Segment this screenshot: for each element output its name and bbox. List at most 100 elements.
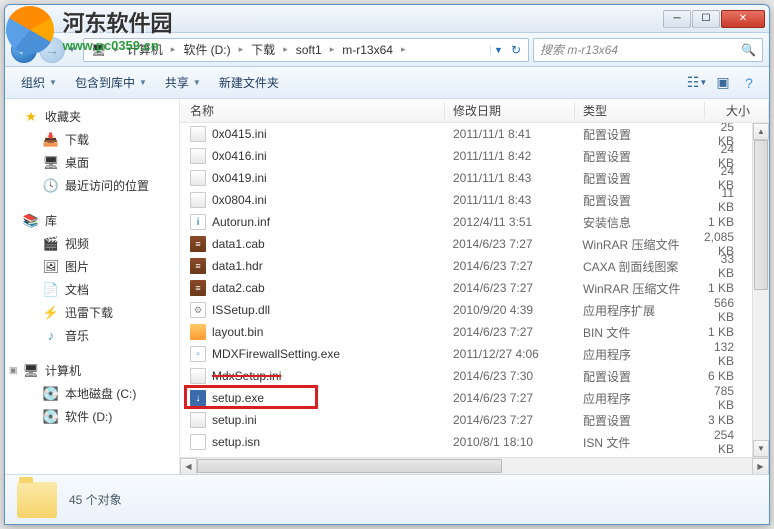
file-row[interactable]: data2.cab2014/6/23 7:27WinRAR 压缩文件1 KB bbox=[180, 277, 752, 299]
forward-button[interactable]: → bbox=[39, 37, 65, 63]
file-size: 785 KB bbox=[705, 384, 752, 412]
refresh-button[interactable]: ↻ bbox=[506, 43, 526, 57]
file-type: 应用程序 bbox=[575, 346, 705, 363]
scroll-down-button[interactable]: ▼ bbox=[753, 440, 769, 457]
file-date: 2011/11/1 8:41 bbox=[445, 127, 575, 141]
organize-menu[interactable]: 组织▼ bbox=[13, 70, 65, 95]
file-row[interactable]: data1.cab2014/6/23 7:27WinRAR 压缩文件2,085 … bbox=[180, 233, 752, 255]
include-library-menu[interactable]: 包含到库中▼ bbox=[67, 70, 155, 95]
file-date: 2014/6/23 7:30 bbox=[445, 369, 575, 383]
drive-icon: 💽 bbox=[43, 409, 59, 425]
history-dropdown[interactable]: ▼ bbox=[65, 45, 79, 54]
breadcrumb-icon[interactable]: 🖥 bbox=[86, 43, 111, 57]
breadcrumb-segment[interactable]: m-r13x64 bbox=[337, 43, 398, 57]
computer-group[interactable]: ▣🖥计算机 bbox=[5, 359, 179, 382]
column-name[interactable]: 名称 bbox=[180, 102, 445, 119]
sidebar-item-desktop[interactable]: 🖥桌面 bbox=[5, 151, 179, 174]
scroll-right-button[interactable]: ▶ bbox=[752, 458, 769, 474]
maximize-button[interactable]: ☐ bbox=[692, 10, 720, 28]
file-row[interactable]: 0x0415.ini2011/11/1 8:41配置设置25 KB bbox=[180, 123, 752, 145]
breadcrumb-segment[interactable]: 计算机 bbox=[122, 41, 168, 58]
file-size: 254 KB bbox=[705, 428, 752, 456]
file-type: BIN 文件 bbox=[575, 324, 705, 341]
address-bar[interactable]: 🖥▸ 计算机▸ 软件 (D:)▸ 下载▸ soft1▸ m-r13x64▸ ▼ … bbox=[83, 38, 529, 62]
document-icon: 📄 bbox=[43, 282, 59, 298]
column-date[interactable]: 修改日期 bbox=[445, 102, 575, 119]
file-icon bbox=[190, 412, 206, 428]
file-name: data1.cab bbox=[212, 237, 265, 251]
file-row[interactable]: data1.hdr2014/6/23 7:27CAXA 剖面线图案33 KB bbox=[180, 255, 752, 277]
file-list[interactable]: 0x0415.ini2011/11/1 8:41配置设置25 KB0x0416.… bbox=[180, 123, 752, 457]
breadcrumb-segment[interactable]: 下载 bbox=[246, 41, 280, 58]
file-row[interactable]: ISSetup.dll2010/9/20 4:39应用程序扩展566 KB bbox=[180, 299, 752, 321]
navigation-pane[interactable]: ★收藏夹 📥下载 🖥桌面 🕓最近访问的位置 📚库 🎬视频 🖼图片 📄文档 ⚡迅雷… bbox=[5, 99, 180, 474]
file-type: 配置设置 bbox=[575, 368, 705, 385]
file-name: MdxSetup.ini bbox=[212, 369, 281, 383]
sidebar-item-downloads[interactable]: 📥下载 bbox=[5, 128, 179, 151]
recent-icon: 🕓 bbox=[43, 178, 59, 194]
file-row[interactable]: MDXFirewallSetting.exe2011/12/27 4:06应用程… bbox=[180, 343, 752, 365]
horizontal-scrollbar[interactable]: ◀ ▶ bbox=[180, 457, 769, 474]
file-row[interactable]: setup.exe2014/6/23 7:27应用程序785 KB bbox=[180, 387, 752, 409]
column-size[interactable]: 大小 bbox=[705, 102, 769, 119]
breadcrumb-segment[interactable]: 软件 (D:) bbox=[178, 41, 235, 58]
view-options-button[interactable]: ☷ ▼ bbox=[685, 71, 709, 95]
sidebar-item-drive-d[interactable]: 💽软件 (D:) bbox=[5, 405, 179, 428]
expand-icon[interactable]: ▣ bbox=[9, 365, 19, 376]
breadcrumb-segment[interactable]: soft1 bbox=[291, 43, 327, 57]
favorites-group[interactable]: ★收藏夹 bbox=[5, 105, 179, 128]
sidebar-item-pictures[interactable]: 🖼图片 bbox=[5, 255, 179, 278]
sidebar-item-thunder[interactable]: ⚡迅雷下载 bbox=[5, 301, 179, 324]
libraries-group[interactable]: 📚库 bbox=[5, 209, 179, 232]
status-bar: 45 个对象 bbox=[5, 474, 769, 524]
file-row[interactable]: 0x0416.ini2011/11/1 8:42配置设置24 KB bbox=[180, 145, 752, 167]
explorer-window: ─ ☐ ✕ ← → ▼ 🖥▸ 计算机▸ 软件 (D:)▸ 下载▸ soft1▸ … bbox=[4, 4, 770, 525]
file-name: 0x0419.ini bbox=[212, 171, 267, 185]
video-icon: 🎬 bbox=[43, 236, 59, 252]
file-row[interactable]: Autorun.inf2012/4/11 3:51安装信息1 KB bbox=[180, 211, 752, 233]
desktop-icon: 🖥 bbox=[43, 155, 59, 171]
minimize-button[interactable]: ─ bbox=[663, 10, 691, 28]
file-date: 2014/6/23 7:27 bbox=[445, 281, 575, 295]
scroll-thumb[interactable] bbox=[754, 140, 768, 290]
file-date: 2011/11/1 8:43 bbox=[445, 171, 575, 185]
file-row[interactable]: 0x0419.ini2011/11/1 8:43配置设置24 KB bbox=[180, 167, 752, 189]
address-dropdown[interactable]: ▼ bbox=[490, 45, 506, 55]
preview-pane-button[interactable]: ▣ bbox=[711, 71, 735, 95]
file-icon bbox=[190, 170, 206, 186]
file-date: 2014/6/23 7:27 bbox=[445, 325, 575, 339]
scroll-left-button[interactable]: ◀ bbox=[180, 458, 197, 474]
file-row[interactable]: setup.isn2010/8/1 18:10ISN 文件254 KB bbox=[180, 431, 752, 453]
sidebar-item-recent[interactable]: 🕓最近访问的位置 bbox=[5, 174, 179, 197]
sidebar-item-documents[interactable]: 📄文档 bbox=[5, 278, 179, 301]
file-type: 应用程序 bbox=[575, 390, 705, 407]
download-icon: 📥 bbox=[43, 132, 59, 148]
back-button[interactable]: ← bbox=[11, 37, 37, 63]
sidebar-item-videos[interactable]: 🎬视频 bbox=[5, 232, 179, 255]
search-icon[interactable]: 🔍 bbox=[741, 43, 756, 57]
sidebar-item-drive-c[interactable]: 💽本地磁盘 (C:) bbox=[5, 382, 179, 405]
file-icon bbox=[190, 236, 206, 252]
file-icon bbox=[190, 214, 206, 230]
file-row[interactable]: 0x0804.ini2011/11/1 8:43配置设置11 KB bbox=[180, 189, 752, 211]
file-type: WinRAR 压缩文件 bbox=[575, 280, 705, 297]
file-row[interactable]: MdxSetup.ini2014/6/23 7:30配置设置6 KB bbox=[180, 365, 752, 387]
file-size: 132 KB bbox=[705, 340, 752, 368]
new-folder-button[interactable]: 新建文件夹 bbox=[211, 70, 287, 95]
scroll-up-button[interactable]: ▲ bbox=[753, 123, 769, 140]
file-date: 2011/11/1 8:42 bbox=[445, 149, 575, 163]
vertical-scrollbar[interactable]: ▲ ▼ bbox=[752, 123, 769, 457]
sidebar-item-music[interactable]: ♪音乐 bbox=[5, 324, 179, 347]
close-button[interactable]: ✕ bbox=[721, 10, 765, 28]
thunder-icon: ⚡ bbox=[43, 305, 59, 321]
help-button[interactable]: ? bbox=[737, 71, 761, 95]
column-type[interactable]: 类型 bbox=[575, 102, 705, 119]
search-input[interactable]: 搜索 m-r13x64 🔍 bbox=[533, 38, 763, 62]
file-date: 2014/6/23 7:27 bbox=[444, 237, 574, 251]
titlebar[interactable]: ─ ☐ ✕ bbox=[5, 5, 769, 33]
file-type: 配置设置 bbox=[575, 170, 705, 187]
share-menu[interactable]: 共享▼ bbox=[157, 70, 209, 95]
file-row[interactable]: layout.bin2014/6/23 7:27BIN 文件1 KB bbox=[180, 321, 752, 343]
scroll-thumb-h[interactable] bbox=[197, 459, 502, 473]
file-row[interactable]: setup.ini2014/6/23 7:27配置设置3 KB bbox=[180, 409, 752, 431]
